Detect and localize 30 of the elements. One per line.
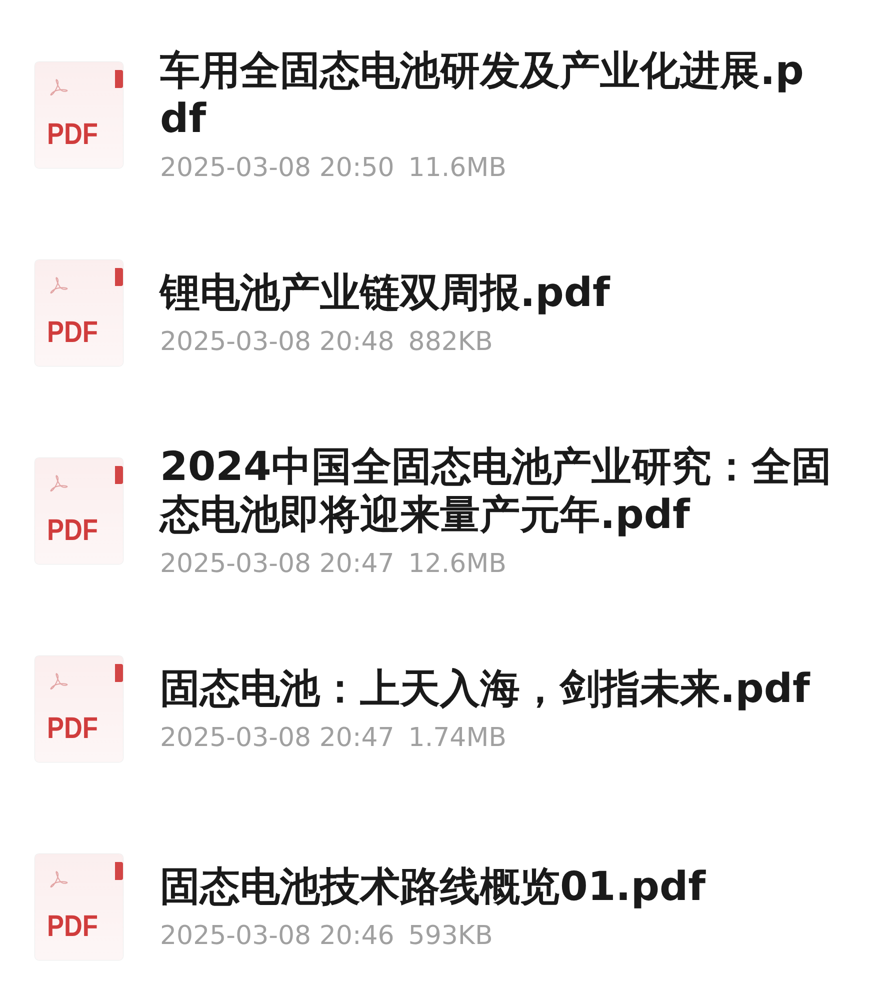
file-type-label: PDF [47, 712, 98, 746]
file-date: 2025-03-08 20:46 [160, 921, 394, 951]
bookmark-tab-icon [115, 664, 123, 682]
bookmark-tab-icon [115, 70, 123, 88]
file-date: 2025-03-08 20:47 [160, 549, 394, 579]
file-type-label: PDF [47, 514, 98, 548]
bookmark-tab-icon [115, 862, 123, 880]
file-size: 882KB [408, 327, 493, 357]
file-name[interactable]: 固态电池：上天入海，剑指未来.pdf [160, 665, 832, 713]
bookmark-tab-icon [115, 466, 123, 484]
bookmark-tab-icon [115, 268, 123, 286]
acrobat-icon [49, 474, 69, 494]
acrobat-icon [49, 672, 69, 692]
file-date: 2025-03-08 20:47 [160, 723, 394, 753]
acrobat-icon [49, 276, 69, 296]
file-date: 2025-03-08 20:48 [160, 327, 394, 357]
file-name[interactable]: 2024中国全固态电池产业研究：全固态电池即将迎来量产元年.pdf [160, 443, 832, 539]
file-name[interactable]: 车用全固态电池研发及产业化进展.pdf [160, 47, 832, 143]
acrobat-icon [49, 870, 69, 890]
file-type-label: PDF [47, 118, 98, 152]
file-size: 593KB [408, 921, 493, 951]
file-type-label: PDF [47, 910, 98, 944]
acrobat-icon [49, 78, 69, 98]
file-size: 12.6MB [408, 549, 506, 579]
file-name[interactable]: 锂电池产业链双周报.pdf [160, 269, 832, 317]
file-type-label: PDF [47, 316, 98, 350]
file-size: 11.6MB [408, 153, 506, 183]
file-name[interactable]: 固态电池技术路线概览01.pdf [160, 863, 832, 911]
file-size: 1.74MB [408, 723, 506, 753]
file-date: 2025-03-08 20:50 [160, 153, 394, 183]
